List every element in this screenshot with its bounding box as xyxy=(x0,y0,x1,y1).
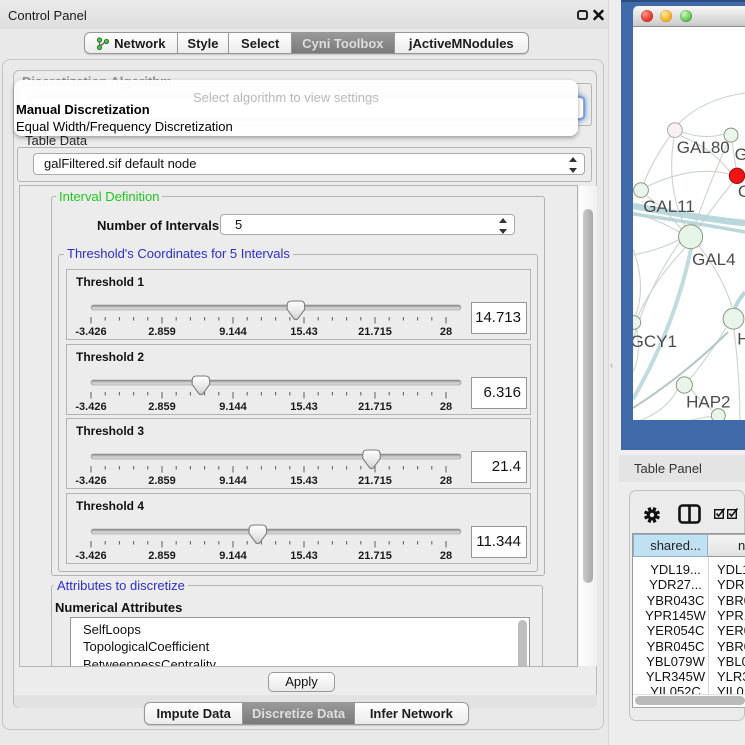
svg-text:-3.426: -3.426 xyxy=(75,550,106,562)
svg-text:28: 28 xyxy=(440,326,452,338)
svg-text:28: 28 xyxy=(440,401,452,413)
svg-text:GA: GA xyxy=(735,145,745,164)
svg-text:21.715: 21.715 xyxy=(358,550,392,562)
svg-text:GAL11: GAL11 xyxy=(643,197,695,216)
svg-text:-3.426: -3.426 xyxy=(75,475,106,487)
svg-text:15.43: 15.43 xyxy=(290,326,318,338)
svg-text:HAP2: HAP2 xyxy=(686,393,730,412)
svg-text:28: 28 xyxy=(440,550,452,562)
svg-text:21.715: 21.715 xyxy=(358,401,392,413)
svg-text:H: H xyxy=(737,330,745,349)
svg-text:2.859: 2.859 xyxy=(148,326,176,338)
svg-text:-3.426: -3.426 xyxy=(75,326,106,338)
svg-text:28: 28 xyxy=(440,475,452,487)
svg-text:21.715: 21.715 xyxy=(358,326,392,338)
svg-text:GAL80: GAL80 xyxy=(677,138,730,157)
svg-text:9.144: 9.144 xyxy=(219,326,247,338)
svg-text:9.144: 9.144 xyxy=(219,475,247,487)
svg-text:15.43: 15.43 xyxy=(290,475,318,487)
svg-text:15.43: 15.43 xyxy=(290,401,318,413)
svg-text:-3.426: -3.426 xyxy=(75,401,106,413)
svg-text:GCY1: GCY1 xyxy=(633,332,677,351)
svg-text:2.859: 2.859 xyxy=(148,475,176,487)
svg-text:9.144: 9.144 xyxy=(219,401,247,413)
svg-text:GAL4: GAL4 xyxy=(692,250,735,269)
svg-text:CY: CY xyxy=(738,182,745,201)
svg-text:9.144: 9.144 xyxy=(219,550,247,562)
svg-text:21.715: 21.715 xyxy=(358,475,392,487)
svg-text:2.859: 2.859 xyxy=(148,401,176,413)
svg-text:15.43: 15.43 xyxy=(290,550,318,562)
svg-text:2.859: 2.859 xyxy=(148,550,176,562)
